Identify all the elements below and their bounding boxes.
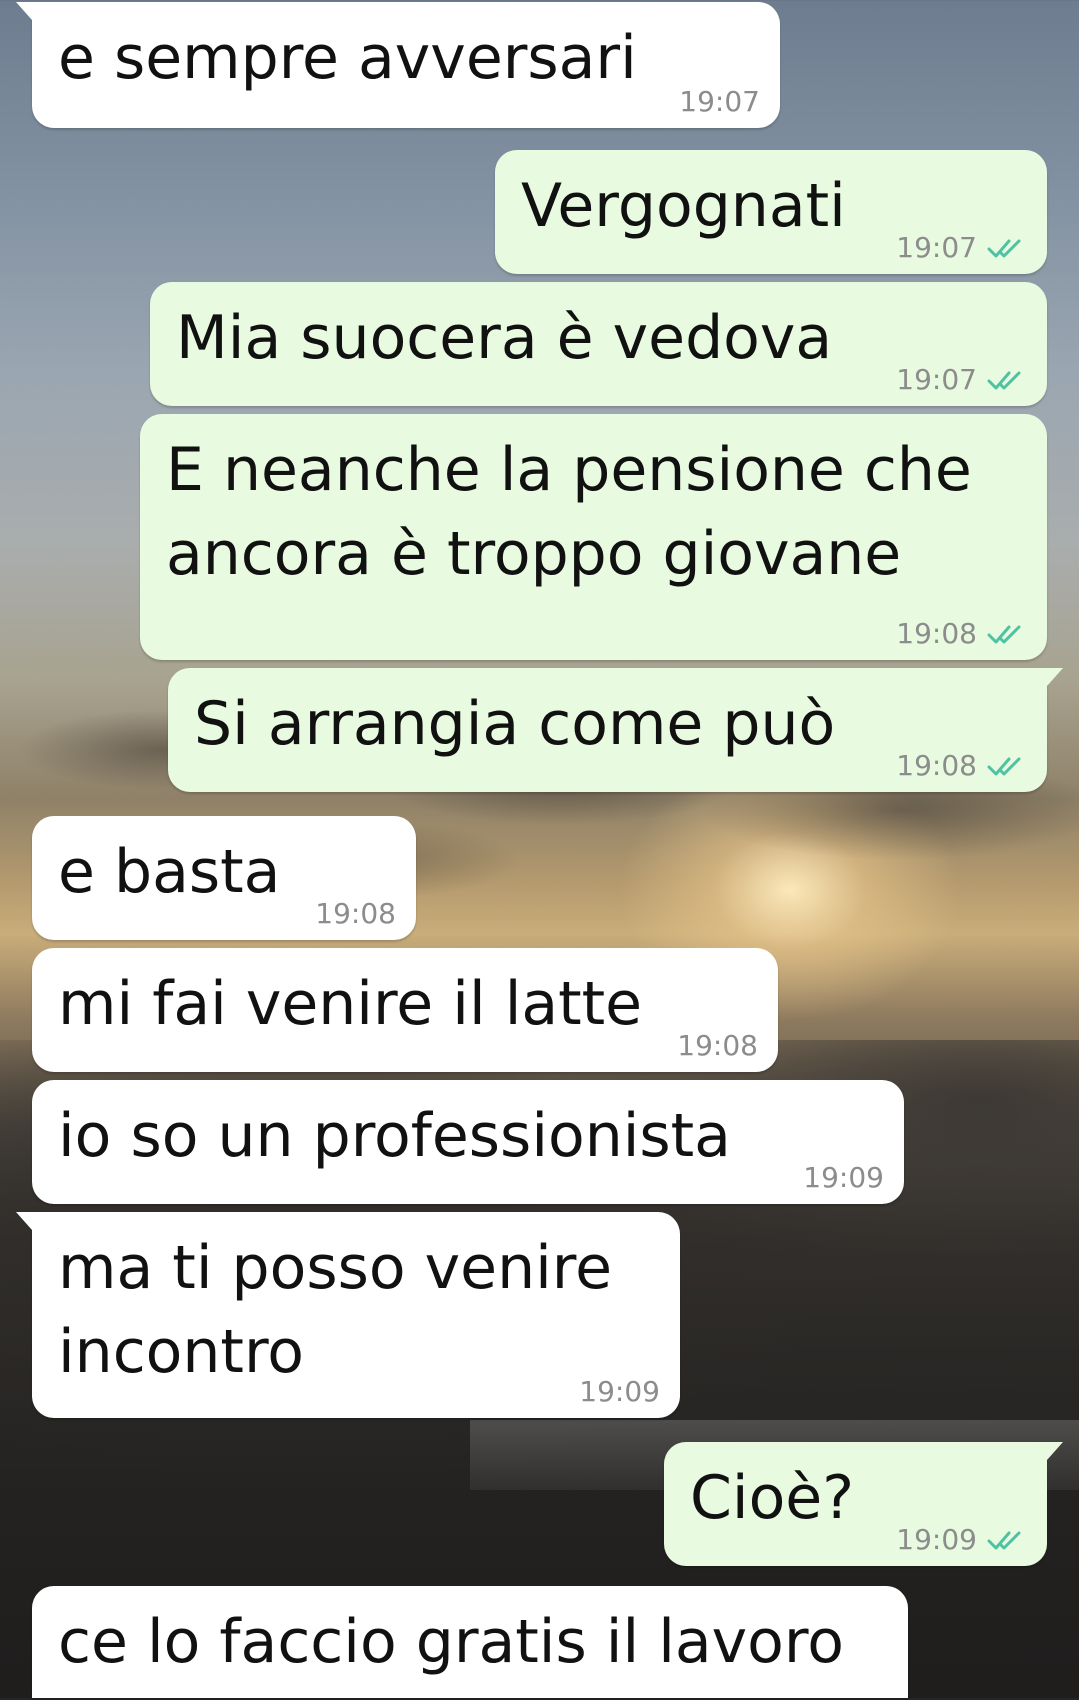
message-meta: 19:09 [803, 1161, 884, 1194]
message-meta: 19:08 [677, 1029, 758, 1062]
message-time: 19:08 [315, 897, 396, 930]
message-text: Si arrangia come può [194, 689, 836, 759]
message-meta: 19:08 [896, 749, 1027, 782]
message-time: 19:07 [679, 85, 760, 118]
message-time: 19:09 [579, 1375, 660, 1408]
message-time: 19:09 [803, 1161, 884, 1194]
message-time: 19:07 [896, 363, 977, 396]
message-bubble[interactable]: e basta 19:08 [32, 816, 416, 940]
message-text: mi fai venire il latte [58, 969, 643, 1039]
message-bubble[interactable]: E neanche la pensione che ancora è tropp… [140, 414, 1047, 660]
message-meta: 19:08 [315, 897, 396, 930]
message-bubble[interactable]: ce lo faccio gratis il lavoro [32, 1586, 908, 1698]
message-bubble[interactable]: Mia suocera è vedova 19:07 [150, 282, 1047, 406]
message-text: Vergognati [521, 171, 846, 241]
message-bubble[interactable]: Cioè? 19:09 [664, 1442, 1063, 1566]
message-bubble[interactable]: ma ti posso venire incontro 19:09 [16, 1212, 680, 1418]
double-check-icon [987, 1531, 1021, 1549]
message-text: ma ti posso venire incontro [58, 1233, 613, 1387]
message-time: 19:09 [896, 1523, 977, 1556]
message-text: Mia suocera è vedova [176, 303, 833, 373]
message-meta: 19:08 [896, 617, 1027, 650]
message-bubble[interactable]: io so un professionista 19:09 [32, 1080, 904, 1204]
message-meta: 19:09 [579, 1375, 660, 1408]
message-text: e basta [58, 837, 281, 907]
message-time: 19:08 [677, 1029, 758, 1062]
message-text: Cioè? [690, 1463, 855, 1533]
message-meta: 19:07 [896, 363, 1027, 396]
double-check-icon [987, 625, 1021, 643]
message-text: io so un professionista [58, 1101, 731, 1171]
message-meta: 19:09 [896, 1523, 1027, 1556]
message-text: ce lo faccio gratis il lavoro [58, 1607, 844, 1677]
message-bubble[interactable]: Vergognati 19:07 [495, 150, 1047, 274]
message-time: 19:08 [896, 617, 977, 650]
message-bubble[interactable]: e sempre avversari 19:07 [16, 2, 780, 128]
message-bubble[interactable]: Si arrangia come può 19:08 [168, 668, 1063, 792]
message-text: e sempre avversari [58, 23, 637, 93]
double-check-icon [987, 371, 1021, 389]
message-text: E neanche la pensione che ancora è tropp… [166, 435, 972, 589]
double-check-icon [987, 757, 1021, 775]
message-time: 19:07 [896, 231, 977, 264]
message-bubble[interactable]: mi fai venire il latte 19:08 [32, 948, 778, 1072]
message-time: 19:08 [896, 749, 977, 782]
message-meta: 19:07 [896, 231, 1027, 264]
double-check-icon [987, 239, 1021, 257]
message-meta: 19:07 [679, 85, 760, 118]
